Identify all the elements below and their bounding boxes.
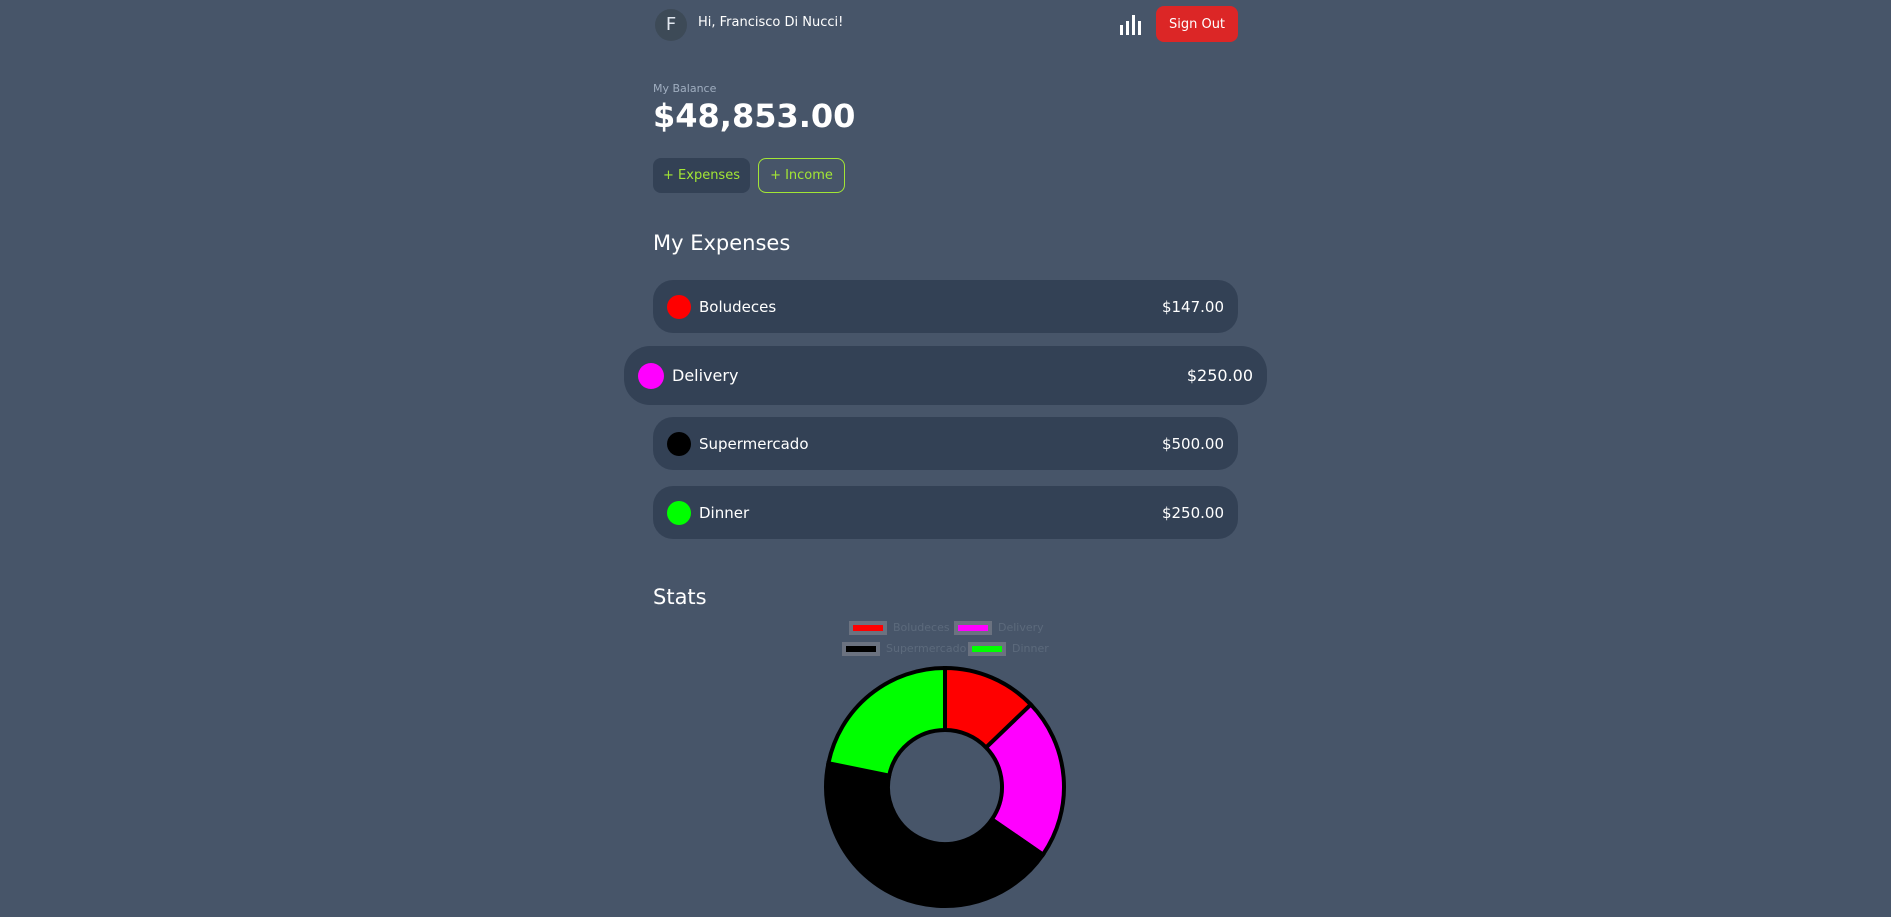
expense-amount: $147.00 (1161, 297, 1224, 316)
expense-row-supermercado[interactable]: Supermercado $500.00 (653, 417, 1238, 470)
expenses-title: My Expenses (653, 231, 791, 255)
doughnut-svg (824, 665, 1066, 908)
expense-amount: $500.00 (1161, 434, 1224, 453)
expense-amount: $250.00 (1161, 503, 1224, 522)
balance-label: My Balance (653, 82, 717, 95)
balance-value: $48,853.00 (653, 97, 856, 135)
add-expense-button[interactable]: + Expenses (653, 158, 750, 193)
expense-row-dinner[interactable]: Dinner $250.00 (653, 486, 1238, 539)
slice-dinner[interactable] (826, 665, 947, 778)
expense-name: Supermercado (699, 434, 809, 453)
greeting: Hi, Francisco Di Nucci! (698, 15, 844, 30)
add-income-button[interactable]: + Income (758, 158, 845, 193)
expense-name: Dinner (699, 503, 750, 522)
expenses-doughnut-chart: Boludeces Delivery Supermercado Dinner (653, 612, 1238, 917)
expense-amount: $250.00 (1186, 366, 1253, 385)
category-color-dot (667, 294, 691, 319)
category-color-dot (667, 431, 691, 456)
expense-row-delivery[interactable]: Delivery $250.00 (624, 346, 1267, 405)
expense-row-boludeces[interactable]: Boludeces $147.00 (653, 280, 1238, 333)
category-color-dot (638, 362, 664, 389)
category-color-dot (667, 500, 691, 525)
stats-title: Stats (653, 585, 707, 609)
bar-chart-icon[interactable] (1119, 13, 1141, 37)
header: F Hi, Francisco Di Nucci! Sign Out (653, 6, 1238, 42)
expense-name: Boludeces (699, 297, 777, 316)
avatar[interactable]: F (655, 9, 687, 41)
sign-out-button[interactable]: Sign Out (1156, 6, 1238, 42)
expense-name: Delivery (672, 366, 739, 385)
